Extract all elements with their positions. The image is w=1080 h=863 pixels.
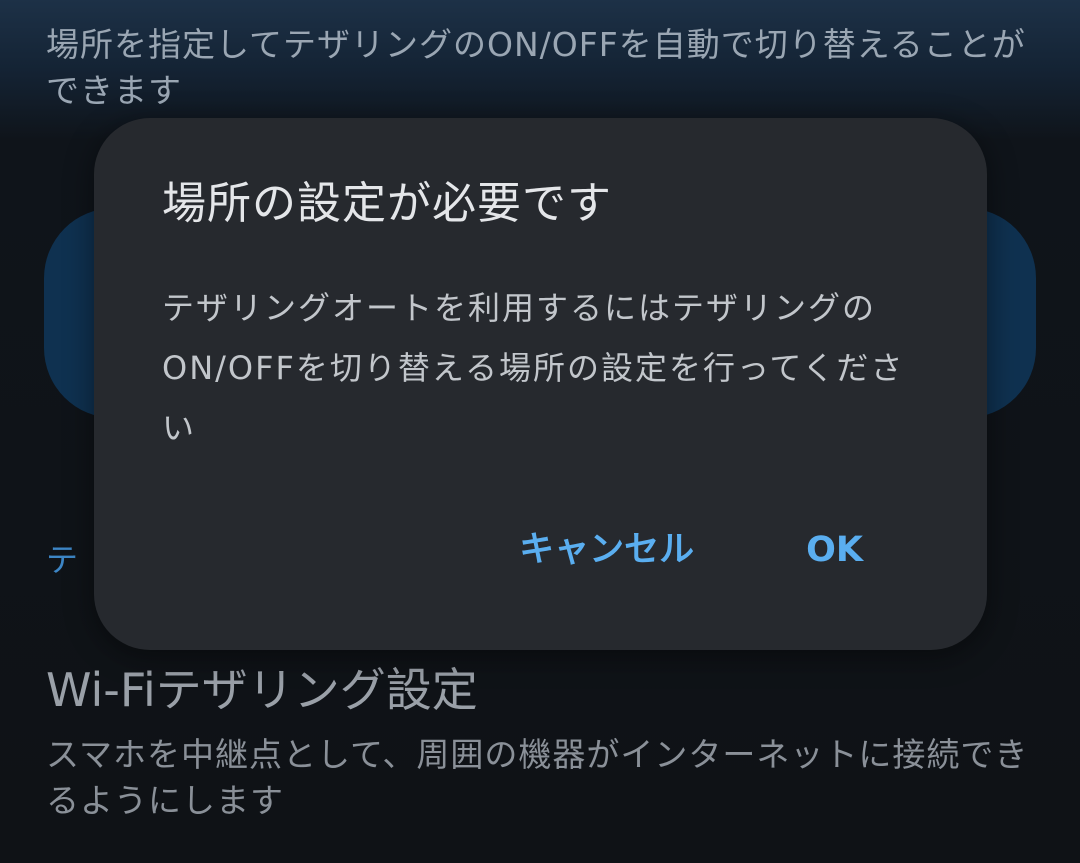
wifi-tethering-settings-subtitle: スマホを中継点として、周囲の機器がインターネットに接続できるようにします	[46, 735, 1029, 820]
dialog-title: 場所の設定が必要です	[162, 178, 612, 229]
cancel-button[interactable]: キャンセル	[519, 520, 694, 580]
dialog-actions: キャンセル OK	[519, 520, 987, 580]
dialog-message: テザリングオートを利用するにはテザリングのON/OFFを切り替える場所の設定を行…	[162, 289, 905, 447]
wifi-tethering-settings-title: Wi-Fiテザリング設定	[46, 663, 478, 717]
section-label: テ	[46, 541, 79, 579]
location-required-dialog: 場所の設定が必要です テザリングオートを利用するにはテザリングのON/OFFを切…	[94, 118, 987, 650]
feature-description: 場所を指定してテザリングのON/OFFを自動で切り替えることができます	[46, 25, 1026, 110]
ok-button[interactable]: OK	[806, 520, 863, 580]
